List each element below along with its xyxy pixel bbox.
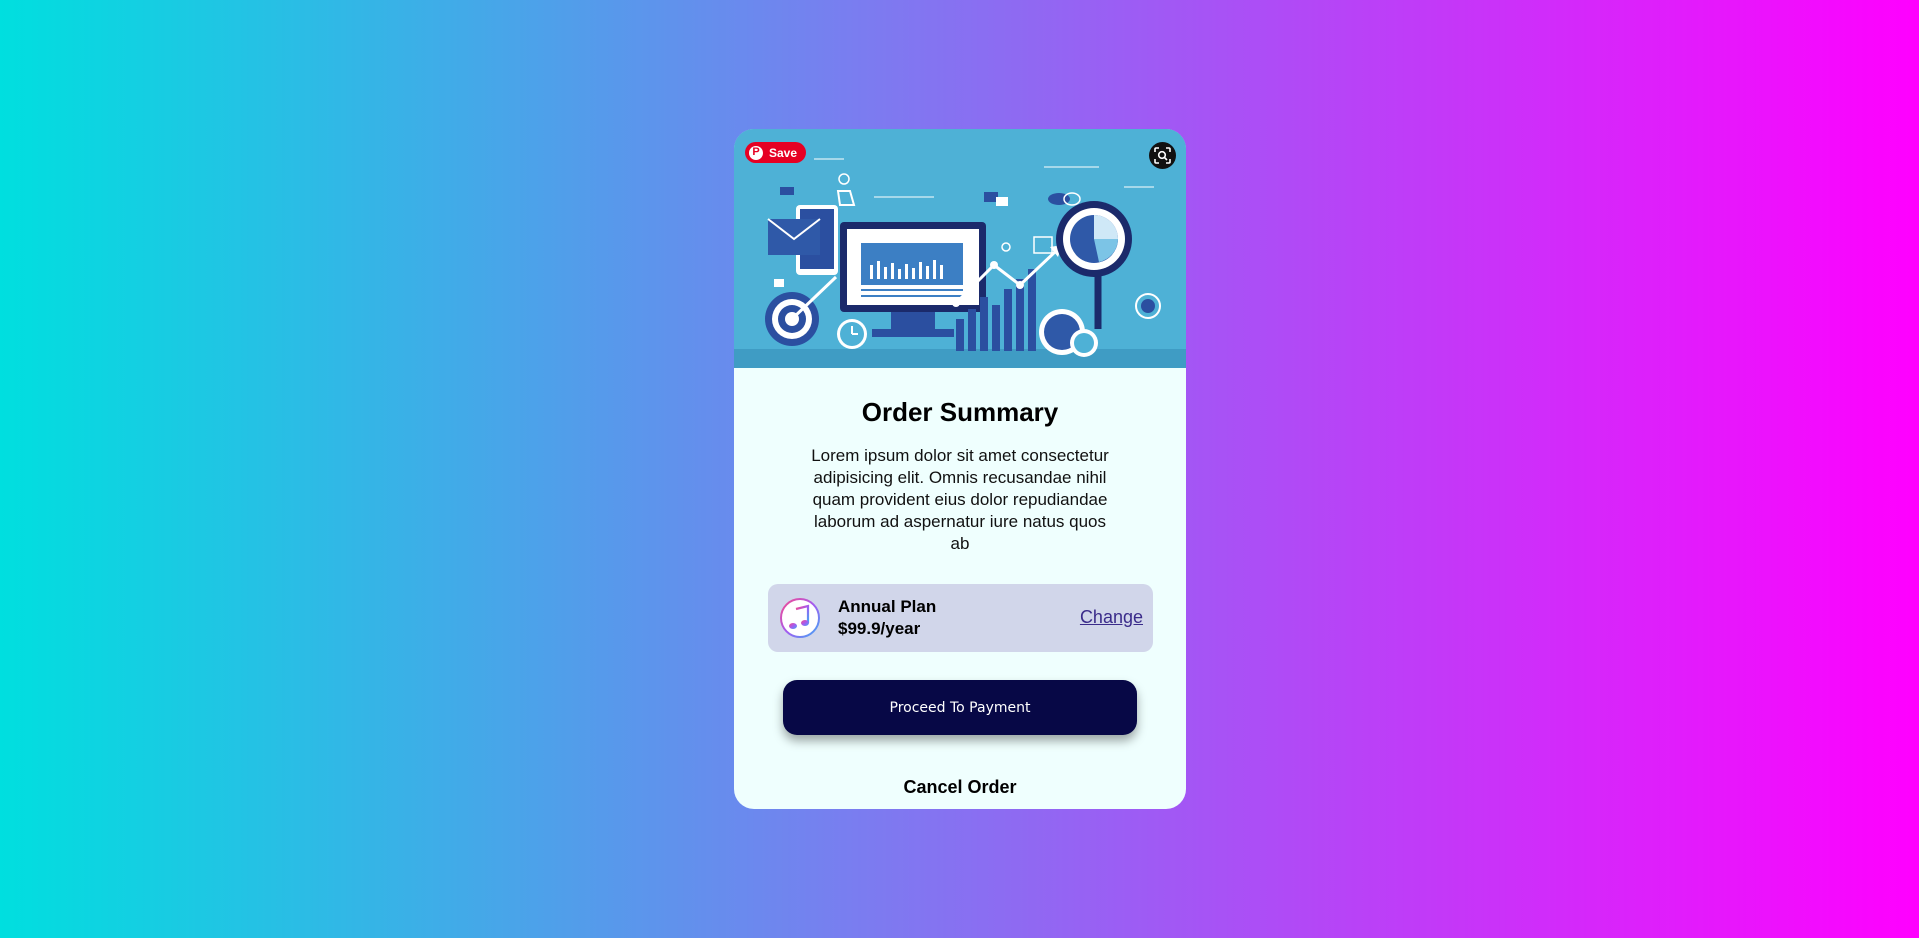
pinterest-save-button[interactable]: P Save — [745, 142, 806, 163]
hero-illustration: P Save — [734, 129, 1186, 368]
order-description: Lorem ipsum dolor sit amet consectetur a… — [811, 446, 1109, 553]
plan-price: $99.9/year — [838, 619, 921, 638]
change-plan-link[interactable]: Change — [1080, 607, 1143, 628]
order-summary-card: P Save Order Summary Lorem ipsum dolor s… — [734, 129, 1186, 809]
page-title: Order Summary — [861, 397, 1059, 427]
visual-search-icon — [1154, 147, 1171, 164]
plan-summary: Annual Plan $99.9/year Change — [768, 584, 1153, 652]
music-note-icon — [780, 598, 820, 638]
analytics-illustration — [734, 129, 1186, 368]
save-label: Save — [769, 145, 798, 160]
plan-name: Annual Plan — [838, 597, 937, 616]
cancel-order-button[interactable]: Cancel Order — [734, 777, 1186, 798]
pinterest-icon: P — [749, 145, 763, 160]
proceed-to-payment-button[interactable]: Proceed To Payment — [783, 680, 1137, 735]
visual-search-button[interactable] — [1149, 142, 1176, 169]
